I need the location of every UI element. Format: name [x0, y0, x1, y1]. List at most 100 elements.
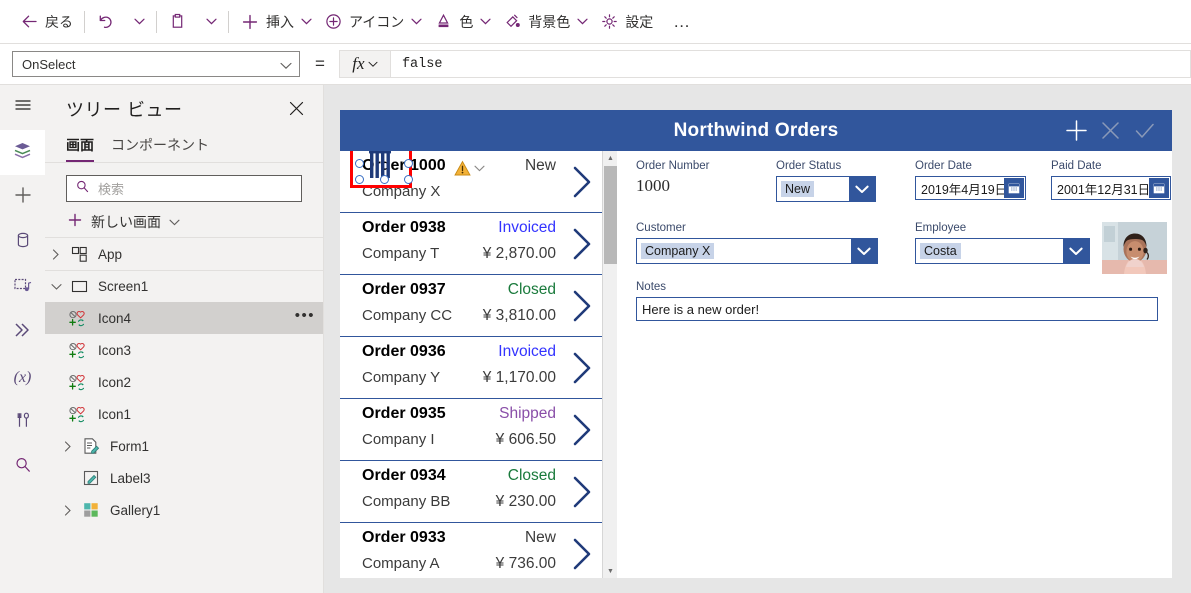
gallery-row[interactable]: Order 0938 Invoiced Company T ¥ 2,870.00	[340, 213, 602, 275]
resize-handle-sw[interactable]	[355, 175, 364, 184]
next-arrow-icon[interactable]	[568, 227, 596, 261]
gallery-row[interactable]: Order 1000 New Company X	[340, 151, 602, 213]
field-label: Order Number	[636, 160, 710, 172]
toolbar-overflow-button[interactable]: …	[667, 7, 697, 37]
tree-node-icon1[interactable]: Icon1	[45, 398, 323, 430]
cancel-icon[interactable]	[1096, 117, 1124, 145]
next-arrow-icon[interactable]	[568, 413, 596, 447]
order-date-picker[interactable]: 2019年4月19日	[915, 176, 1026, 200]
field-label: Notes	[636, 281, 667, 293]
chevron-down-icon[interactable]	[1063, 239, 1089, 263]
gallery-row[interactable]: Order 0936 Invoiced Company Y ¥ 1,170.00	[340, 337, 602, 399]
rail-item-media[interactable]	[0, 265, 45, 310]
customer-dropdown[interactable]: Company X	[636, 238, 878, 264]
gallery-scrollbar[interactable]: ▲ ▼	[602, 151, 617, 578]
order-status-dropdown[interactable]: New	[776, 176, 876, 202]
check-icon[interactable]	[1130, 117, 1158, 145]
tree-node-gallery1[interactable]: Gallery1	[45, 494, 323, 526]
formula-input[interactable]: false	[390, 50, 1191, 78]
close-icon[interactable]	[283, 96, 309, 122]
add-icon[interactable]	[1062, 117, 1090, 145]
scrollbar-thumb[interactable]	[604, 166, 617, 264]
employee-dropdown[interactable]: Costa	[915, 238, 1090, 264]
new-screen-label: 新しい画面	[91, 214, 161, 230]
chevron-down-icon	[368, 55, 378, 73]
chevron-down-icon[interactable]	[45, 283, 67, 291]
next-arrow-icon[interactable]	[568, 289, 596, 323]
paste-dropdown[interactable]	[193, 6, 223, 38]
rail-item-hamburger[interactable]	[0, 85, 45, 130]
order-company: Company CC	[362, 307, 453, 324]
scroll-up-icon[interactable]: ▲	[603, 151, 618, 165]
gallery-row[interactable]: Order 0934 Closed Company BB ¥ 230.00	[340, 461, 602, 523]
color-button[interactable]: 色	[428, 6, 497, 38]
rail-item-search[interactable]	[0, 445, 45, 490]
paid-date-picker[interactable]: 2001年12月31日	[1051, 176, 1171, 200]
settings-button[interactable]: 設定	[594, 6, 659, 38]
fx-button[interactable]: fx	[338, 50, 391, 78]
tree-node-screen1[interactable]: Screen1	[45, 270, 323, 302]
next-arrow-icon[interactable]	[568, 475, 596, 509]
orders-gallery[interactable]: Order 1000 New Company X	[340, 151, 602, 578]
tab-components[interactable]: コンポーネント	[111, 135, 209, 162]
chevron-down-icon[interactable]	[851, 239, 877, 263]
gallery-row[interactable]: Order 0933 New Company A ¥ 736.00	[340, 523, 602, 578]
back-button[interactable]: 戻る	[14, 6, 79, 38]
calendar-icon[interactable]	[1149, 178, 1169, 198]
rail-item-advanced[interactable]	[0, 310, 45, 355]
new-screen-button[interactable]: 新しい画面	[45, 207, 323, 238]
app-icon	[67, 246, 91, 263]
order-detail-form[interactable]: Order Number 1000 Order Status New Order…	[628, 151, 1172, 578]
form-icon	[79, 437, 103, 455]
tree-node-label3[interactable]: Label3	[45, 462, 323, 494]
resize-handle-w[interactable]	[355, 158, 364, 168]
property-select[interactable]: OnSelect	[12, 51, 300, 77]
tree-node-icon4[interactable]: Icon4 •••	[45, 302, 323, 334]
rail-item-variables[interactable]: (x)	[0, 355, 45, 400]
next-arrow-icon[interactable]	[568, 351, 596, 385]
rail-item-tree-view[interactable]	[0, 130, 45, 175]
search-input[interactable]: 検索	[66, 175, 302, 202]
field-notes: Notes Here is a new order!	[636, 281, 1158, 321]
tree-node-app[interactable]: App	[45, 238, 323, 270]
background-color-button[interactable]: 背景色	[497, 6, 594, 38]
warning-icon[interactable]	[453, 160, 485, 177]
next-arrow-icon[interactable]	[568, 165, 596, 199]
rail-item-tools[interactable]	[0, 400, 45, 445]
tree-node-form1[interactable]: Form1	[45, 430, 323, 462]
tree-node-icon2[interactable]: Icon2	[45, 366, 323, 398]
chevron-right-icon[interactable]	[57, 440, 79, 452]
search-icon	[75, 179, 90, 199]
icons-button[interactable]: アイコン	[318, 6, 428, 38]
resize-handle-s[interactable]	[379, 175, 389, 184]
chevron-right-icon[interactable]	[45, 248, 67, 260]
tree-node-more-button[interactable]: •••	[295, 308, 315, 325]
command-toolbar: 戻る 挿入 アイコン 色 背景色 設定 …	[0, 0, 1191, 44]
app-screen[interactable]: Northwind Orders Order 1000	[340, 110, 1172, 578]
insert-button[interactable]: 挿入	[234, 6, 318, 38]
rail-item-insert[interactable]	[0, 175, 45, 220]
next-arrow-icon[interactable]	[568, 537, 596, 571]
undo-button[interactable]	[90, 6, 121, 38]
gallery-row[interactable]: Order 0937 Closed Company CC ¥ 3,810.00	[340, 275, 602, 337]
undo-dropdown[interactable]	[121, 6, 151, 38]
tree-node-icon3[interactable]: Icon3	[45, 334, 323, 366]
chevron-down-icon[interactable]	[849, 177, 875, 201]
chevron-down-icon	[134, 18, 145, 25]
gallery-row[interactable]: Order 0935 Shipped Company I ¥ 606.50	[340, 399, 602, 461]
scroll-down-icon[interactable]: ▼	[603, 564, 618, 578]
chevron-right-icon[interactable]	[57, 504, 79, 516]
app-title: Northwind Orders	[673, 119, 839, 141]
rail-item-data[interactable]	[0, 220, 45, 265]
toolbar-divider-2	[156, 10, 157, 33]
canvas-area[interactable]: Northwind Orders Order 1000	[324, 85, 1191, 593]
equals-sign: =	[315, 54, 325, 73]
tree-node-label: Form1	[110, 438, 150, 454]
resize-handle-e[interactable]	[404, 158, 413, 168]
tab-screens[interactable]: 画面	[66, 135, 94, 162]
resize-handle-se[interactable]	[404, 175, 413, 184]
paste-button[interactable]	[162, 6, 193, 38]
chevron-down-icon[interactable]	[474, 165, 485, 172]
calendar-icon[interactable]	[1004, 178, 1024, 198]
notes-input[interactable]: Here is a new order!	[636, 297, 1158, 321]
